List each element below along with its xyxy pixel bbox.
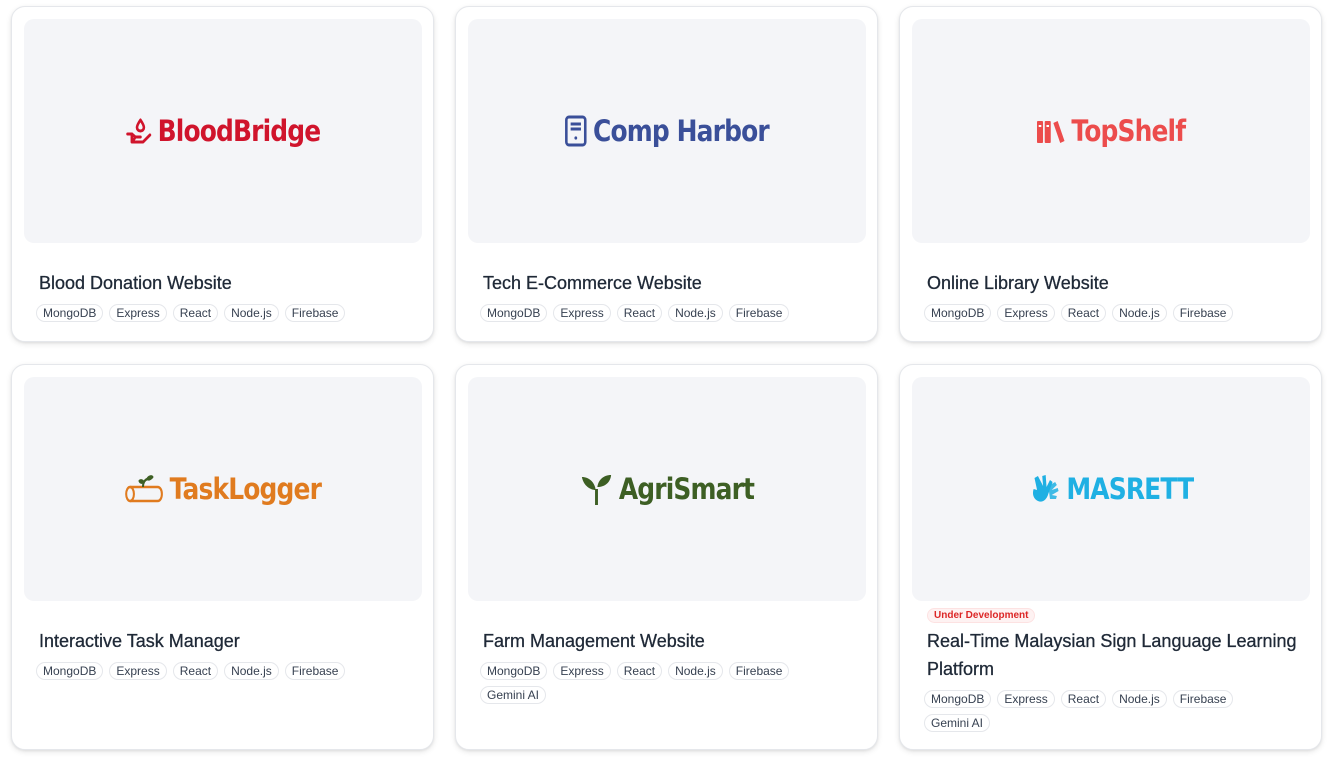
project-thumbnail[interactable]: TaskLogger [24,377,422,601]
masrett-logo: MASRETT [1029,472,1194,506]
project-title: Interactive Task Manager [39,631,240,651]
tech-tag: Express [997,690,1055,708]
bloodbridge-logo: BloodBridge [126,114,321,148]
tech-tag: Express [553,304,611,322]
project-thumbnail[interactable]: TopShelf [912,19,1310,243]
tech-tags: MongoDB Express React Node.js Firebase G… [924,690,1305,732]
tech-tag: Firebase [728,662,790,680]
project-card-bloodbridge[interactable]: BloodBridge Blood Donation Website Mongo… [11,6,434,342]
tech-tag: MongoDB [36,662,104,680]
tech-tags: MongoDB Express React Node.js Firebase G… [480,662,861,704]
logo-text: TaskLogger [170,472,322,506]
project-card-masrett[interactable]: MASRETT Under Development Real-Time Mala… [899,364,1322,750]
tech-tag: React [1060,690,1107,708]
comp-harbor-logo: Comp Harbor [565,114,770,148]
project-title: Real-Time Malaysian Sign Language Learni… [927,631,1297,679]
project-card-topshelf[interactable]: TopShelf Online Library Website MongoDB … [899,6,1322,342]
topshelf-logo: TopShelf [1036,114,1187,148]
tasklogger-logo: TaskLogger [125,472,322,506]
project-title: Farm Management Website [483,631,705,651]
project-thumbnail[interactable]: BloodBridge [24,19,422,243]
tech-tags: MongoDB Express React Node.js Firebase [36,304,417,322]
project-title: Tech E-Commerce Website [483,273,702,293]
logo-text: MASRETT [1066,472,1194,506]
project-card-tasklogger[interactable]: TaskLogger Interactive Task Manager Mong… [11,364,434,750]
tech-tag: Node.js [224,304,279,322]
tech-tag: Firebase [728,304,790,322]
sign-hands-icon [1029,472,1060,506]
tech-tag: Gemini AI [480,686,547,704]
tech-tag: Node.js [668,662,723,680]
tech-tag: Express [997,304,1055,322]
tech-tag: MongoDB [480,304,548,322]
sprout-icon [580,473,613,505]
tech-tags: MongoDB Express React Node.js Firebase [924,304,1305,322]
tech-tag: Express [109,662,167,680]
agrismart-logo: AgriSmart [580,472,755,506]
logo-text: BloodBridge [157,114,322,148]
project-thumbnail[interactable]: AgriSmart [468,377,866,601]
logo-text: TopShelf [1071,114,1187,148]
project-thumbnail[interactable]: Comp Harbor [468,19,866,243]
logo-text: Comp Harbor [593,114,770,148]
tech-tag: React [616,662,663,680]
tech-tag: Firebase [1172,304,1234,322]
status-badge: Under Development [927,608,1036,623]
tech-tag: Express [109,304,167,322]
tech-tag: React [616,304,663,322]
project-title: Blood Donation Website [39,273,232,293]
tech-tag: Firebase [284,304,346,322]
tech-tag: Node.js [668,304,723,322]
computer-tower-icon [565,115,587,147]
tech-tag: MongoDB [924,690,992,708]
tech-tags: MongoDB Express React Node.js Firebase [36,662,417,680]
tech-tag: React [1060,304,1107,322]
books-icon [1036,118,1065,144]
tech-tag: React [172,304,219,322]
project-card-agrismart[interactable]: AgriSmart Farm Management Website MongoD… [455,364,878,750]
project-thumbnail[interactable]: MASRETT [912,377,1310,601]
tech-tag: Node.js [224,662,279,680]
project-card-comp-harbor[interactable]: Comp Harbor Tech E-Commerce Website Mong… [455,6,878,342]
tech-tag: Firebase [284,662,346,680]
tech-tag: MongoDB [36,304,104,322]
tech-tag: MongoDB [924,304,992,322]
tech-tag: React [172,662,219,680]
tech-tag: Firebase [1172,690,1234,708]
logo-text: AgriSmart [618,472,755,506]
tech-tag: MongoDB [480,662,548,680]
tech-tag: Node.js [1112,304,1167,322]
tech-tag: Node.js [1112,690,1167,708]
tech-tags: MongoDB Express React Node.js Firebase [480,304,861,322]
project-title: Online Library Website [927,273,1109,293]
hand-drop-icon [126,117,152,145]
tech-tag: Gemini AI [924,714,991,732]
log-sprout-icon [125,473,165,505]
tech-tag: Express [553,662,611,680]
